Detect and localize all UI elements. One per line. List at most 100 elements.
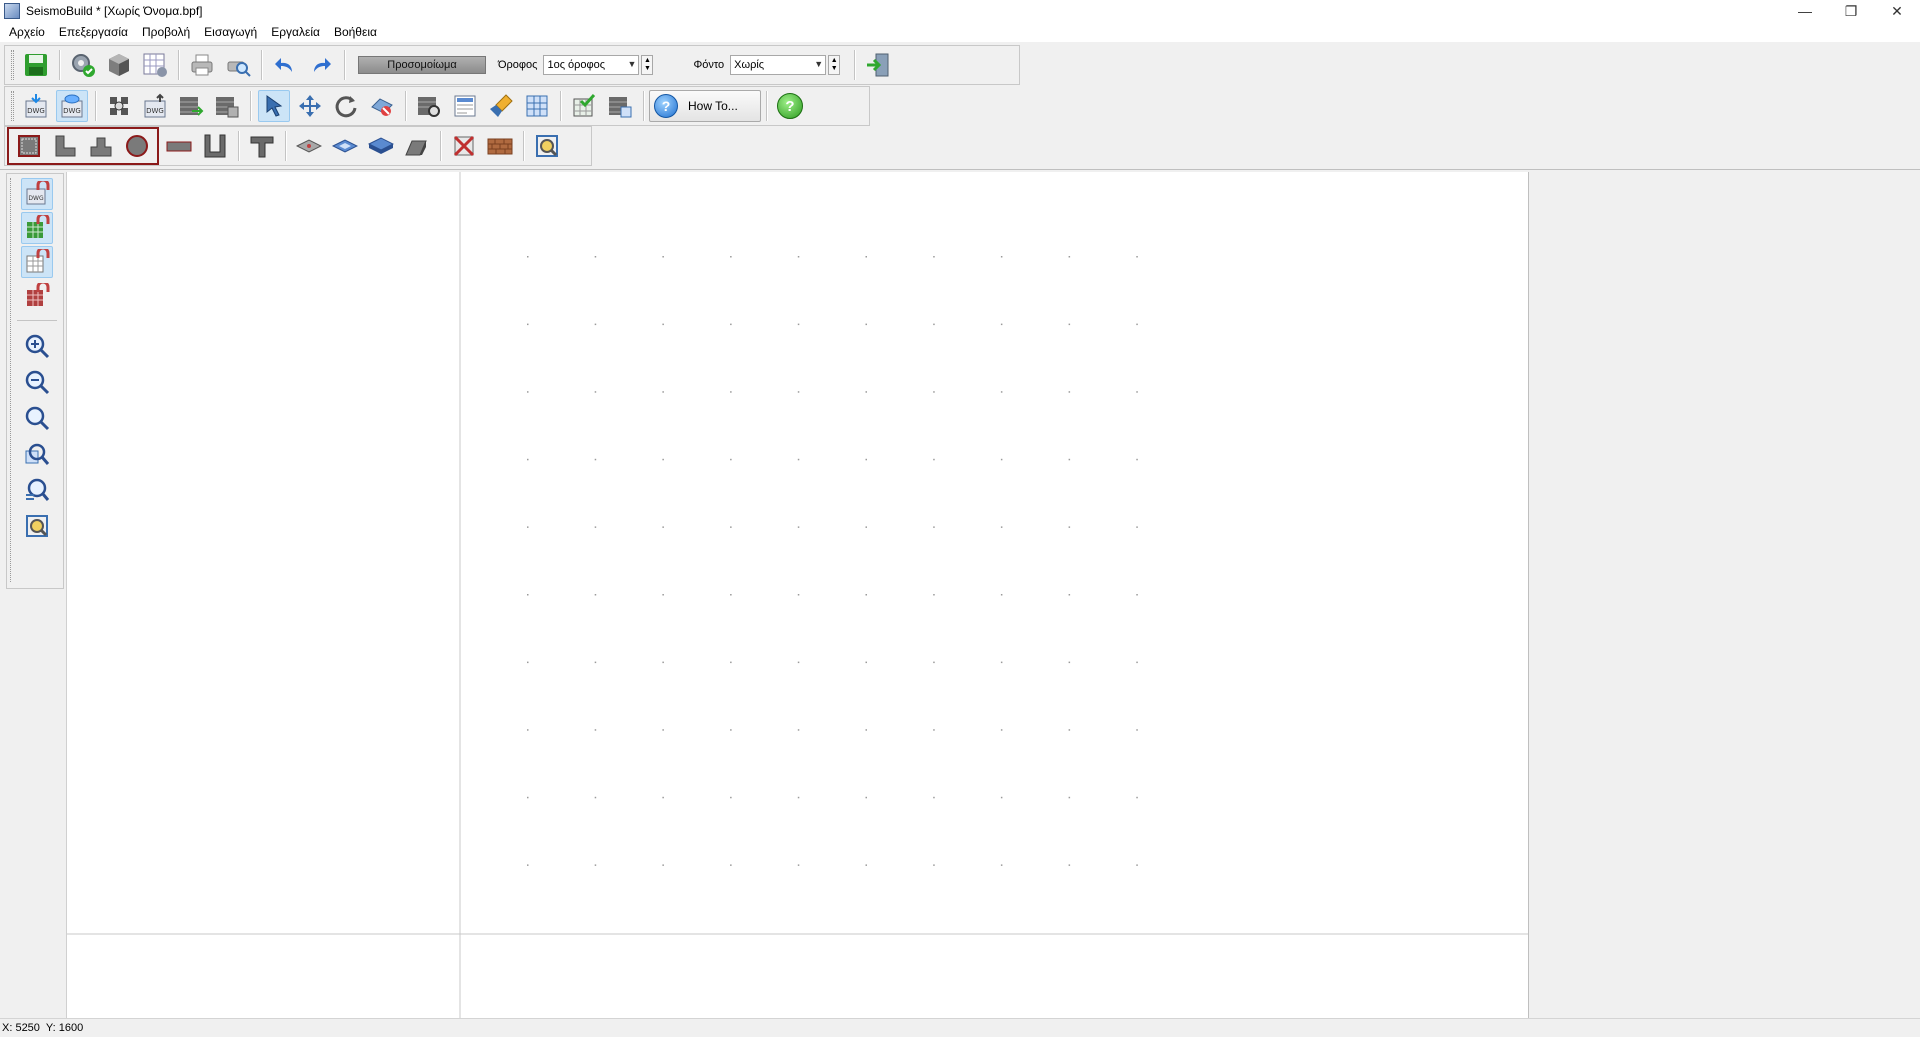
redo-button[interactable]: [305, 49, 337, 81]
settings-button[interactable]: [67, 49, 99, 81]
zoom-previous-button[interactable]: [21, 474, 53, 506]
grid-dot: [797, 796, 800, 799]
nodes-icon: [110, 97, 128, 115]
export-dwg-button[interactable]: DWG: [139, 90, 171, 122]
menu-help[interactable]: Βοήθεια: [327, 22, 384, 42]
results-button[interactable]: [604, 90, 636, 122]
background-select[interactable]: Χωρίς ▼: [730, 55, 827, 75]
grid-dot: [933, 796, 935, 799]
u-section-icon: [204, 134, 226, 158]
move-tool-button[interactable]: [294, 90, 326, 122]
floor-select[interactable]: 1ος όροφος ▼: [543, 55, 640, 75]
grid-dot: [594, 864, 597, 866]
toolbar-separator: [261, 50, 262, 80]
view-dwg-layer-button[interactable]: DWG: [21, 178, 53, 210]
select-tool-button[interactable]: [258, 90, 290, 122]
toolbar-grip[interactable]: [11, 91, 14, 121]
menu-insert[interactable]: Εισαγωγή: [197, 22, 264, 42]
paint-button[interactable]: [485, 90, 517, 122]
view-structure-layer-button[interactable]: [21, 212, 53, 244]
toolbar-area: Προσομοίωμα Όροφος 1ος όροφος ▼ ▲ ▼ Φόντο…: [0, 43, 1920, 170]
zoom-extents-button[interactable]: [21, 510, 53, 542]
how-to-button[interactable]: ? How To...: [649, 90, 761, 122]
rectangular-column-button[interactable]: [13, 130, 45, 162]
toolbar-elements: [4, 126, 592, 166]
l-column-button[interactable]: [49, 130, 81, 162]
masonry-wall-button[interactable]: [484, 130, 516, 162]
grid-dot: [662, 323, 664, 326]
t-wall-button[interactable]: [246, 130, 278, 162]
grid-dot: [594, 526, 597, 528]
grid-tool-button[interactable]: [521, 90, 553, 122]
save-button[interactable]: [20, 49, 52, 81]
toolbar-grip[interactable]: [10, 178, 13, 582]
building-view-button[interactable]: [413, 90, 445, 122]
undo-button[interactable]: [269, 49, 301, 81]
grid-dot: [933, 594, 935, 596]
minimize-button[interactable]: —: [1782, 0, 1828, 22]
print-button[interactable]: [186, 49, 218, 81]
nodes-button[interactable]: [103, 90, 135, 122]
menu-view[interactable]: Προβολή: [135, 22, 197, 42]
menu-edit[interactable]: Επεξεργασία: [52, 22, 135, 42]
t-column-button[interactable]: [85, 130, 117, 162]
menu-tools[interactable]: Εργαλεία: [264, 22, 327, 42]
grid-dot: [594, 323, 597, 326]
grid-dot: [662, 729, 664, 731]
grid-dot: [527, 661, 529, 664]
menu-file[interactable]: Αρχείο: [2, 22, 52, 42]
zoom-out-button[interactable]: [21, 366, 53, 398]
building-copy-button[interactable]: [211, 90, 243, 122]
grid-dot: [1136, 323, 1138, 326]
import-dwg-button[interactable]: DWG: [20, 90, 52, 122]
slab-blue-button[interactable]: [329, 130, 361, 162]
u-wall-button[interactable]: [199, 130, 231, 162]
grid-settings-button[interactable]: [139, 49, 171, 81]
floor-spinner[interactable]: ▲ ▼: [641, 55, 654, 75]
drawing-canvas[interactable]: [66, 172, 1529, 1018]
building-forward-button[interactable]: [175, 90, 207, 122]
circular-column-button[interactable]: [121, 130, 153, 162]
view-dwg-button[interactable]: DWG: [56, 90, 88, 122]
zoom-in-button[interactable]: [21, 330, 53, 362]
grid-dot: [527, 526, 529, 528]
stair-button[interactable]: [401, 130, 433, 162]
check-button[interactable]: [568, 90, 600, 122]
background-spinner[interactable]: ▲ ▼: [828, 55, 841, 75]
beam-button[interactable]: [163, 130, 195, 162]
spin-up-icon: ▲: [830, 57, 838, 64]
grid-dot: [797, 661, 800, 664]
slab-thick-button[interactable]: [365, 130, 397, 162]
app-icon: [4, 3, 20, 19]
simulation-button[interactable]: Προσομοίωμα: [358, 56, 486, 74]
close-button[interactable]: ✕: [1874, 0, 1920, 22]
grid-dot: [594, 796, 597, 799]
exit-button[interactable]: [862, 49, 894, 81]
help-button[interactable]: ?: [774, 90, 806, 122]
rectangle-section-icon: [18, 135, 40, 157]
grid-dot: [730, 594, 732, 596]
remove-element-button[interactable]: [448, 130, 480, 162]
zoom-extents-tool-button[interactable]: [531, 130, 563, 162]
restore-button[interactable]: ❐: [1828, 0, 1874, 22]
view-grid-layer-button[interactable]: [21, 246, 53, 278]
toolbar-grip[interactable]: [11, 50, 14, 80]
grid-dot: [527, 796, 529, 799]
grid-dot: [933, 391, 935, 393]
report-button[interactable]: [449, 90, 481, 122]
slab-blue-icon: [332, 139, 358, 153]
grid-dot: [527, 256, 529, 258]
side-toolbar: DWG: [6, 173, 64, 589]
delete-tool-button[interactable]: [366, 90, 398, 122]
zoom-window-button[interactable]: [21, 438, 53, 470]
import-dwg-icon: DWG: [25, 94, 47, 118]
t-section-icon: [90, 137, 112, 157]
print-preview-button[interactable]: [222, 49, 254, 81]
beam-icon: [166, 141, 192, 152]
model-3d-button[interactable]: [103, 49, 135, 81]
rotate-tool-button[interactable]: [330, 90, 362, 122]
slab-button[interactable]: [293, 130, 325, 162]
zoom-button[interactable]: [21, 402, 53, 434]
grid-dot: [1068, 661, 1071, 664]
view-building-layer-button[interactable]: [21, 280, 53, 312]
